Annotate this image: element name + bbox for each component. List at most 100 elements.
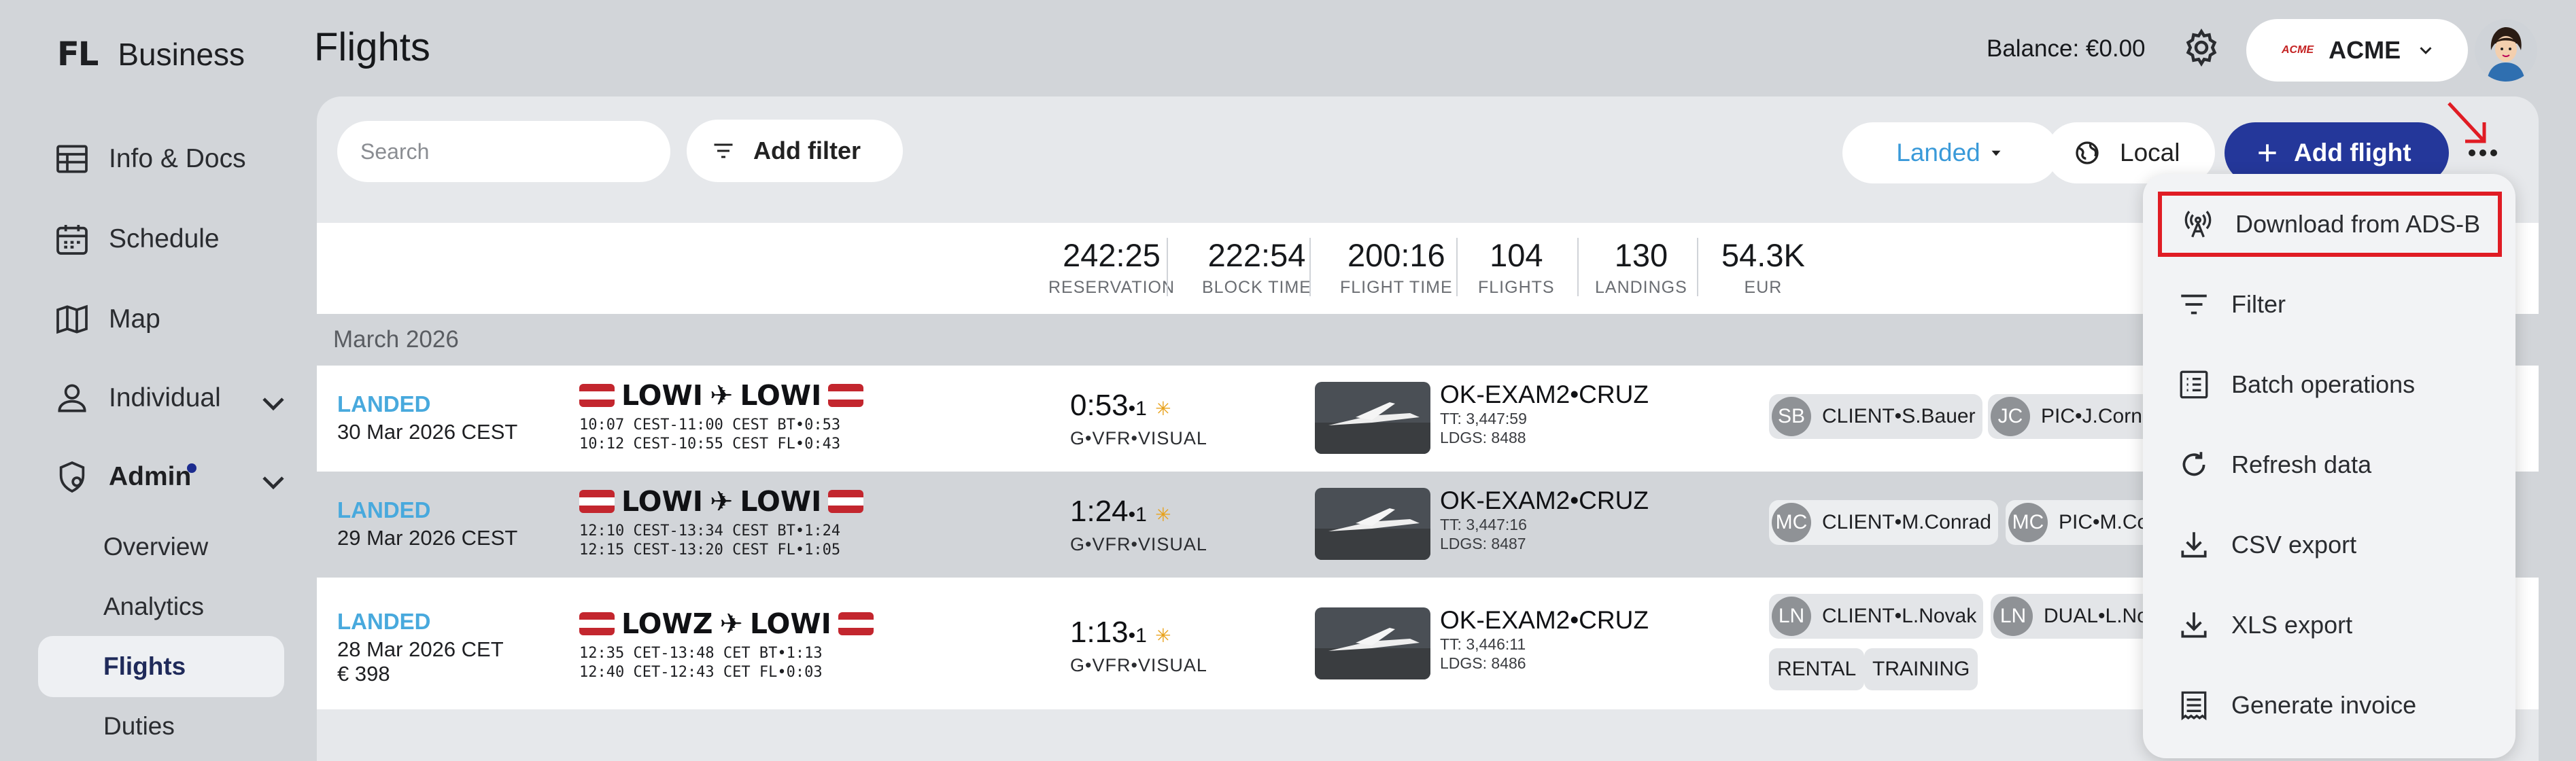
crew-chip[interactable]: LN CLIENT•L.Novak: [1769, 594, 1984, 639]
gear-icon[interactable]: [2181, 27, 2222, 68]
timezone-label: Local: [2120, 139, 2180, 166]
app-logo[interactable]: FL Business: [57, 35, 245, 73]
sidebar-item-label: Schedule: [109, 224, 220, 253]
stat-landings: 130 LANDINGS: [1595, 237, 1687, 297]
balance-label: Balance: €0.00: [1987, 35, 2146, 62]
menu-item-csv-export[interactable]: CSV export: [2158, 512, 2502, 578]
aircraft-photo: [1315, 488, 1430, 560]
crew-chip[interactable]: MC CLIENT•M.Conrad: [1769, 500, 1998, 545]
menu-item-batch-operations[interactable]: Batch operations: [2158, 352, 2502, 417]
person-icon: [58, 384, 86, 412]
duration-value: 1:24: [1070, 495, 1129, 528]
chevron-down-icon: [262, 476, 284, 490]
red-arrow-annotation-icon: [2448, 102, 2486, 143]
sidebar-item-admin[interactable]: Admin: [53, 450, 284, 504]
austria-flag-icon: [838, 612, 874, 635]
duration-value: 1:13: [1070, 616, 1129, 649]
organization-switcher[interactable]: ACME ACME: [2246, 19, 2468, 82]
flight-times: 10:12 CEST-10:55 CEST FL•0:43: [579, 436, 841, 453]
shield-gear-icon: [59, 461, 85, 493]
logo-mark: FL: [57, 35, 99, 73]
aircraft-registration: OK-EXAM2•CRUZ: [1440, 380, 1649, 408]
crew-chip[interactable]: MC PIC•M.Co: [2006, 500, 2156, 545]
stat-reservation: 242:25 RESERVATION: [1048, 237, 1175, 297]
aircraft-landings: LDGS: 8486: [1440, 654, 1526, 672]
landings-count: •1: [1128, 503, 1147, 526]
aircraft-cell: OK-EXAM2•CRUZ TT: 3,447:16 LDGS: 8487: [1440, 486, 1649, 553]
flight-rules: G•VFR•VISUAL: [1070, 428, 1207, 448]
stat-block-time: 222:54 BLOCK TIME: [1202, 237, 1311, 297]
route-to: LOWI: [749, 607, 831, 640]
menu-item-label: Filter: [2231, 290, 2286, 318]
search-input[interactable]: [337, 121, 670, 182]
austria-flag-icon: [828, 490, 864, 513]
user-avatar-icon: [2475, 19, 2537, 82]
route-cell: LOWI ✈ LOWI 10:07 CEST-11:00 CEST BT•0:53 …: [579, 379, 864, 454]
aircraft-registration: OK-EXAM2•CRUZ: [1440, 606, 1649, 634]
filter-icon: [2181, 294, 2207, 315]
aircraft-tt: TT: 3,447:59: [1440, 410, 1527, 427]
sidebar-item-individual[interactable]: Individual: [53, 371, 284, 425]
route-from: LOWI: [621, 485, 703, 518]
sidebar-item-label: Info & Docs: [109, 144, 246, 173]
avatar[interactable]: [2475, 19, 2537, 82]
crew-chip[interactable]: JC PIC•J.Corne: [1988, 394, 2161, 439]
aircraft-cell: OK-EXAM2•CRUZ TT: 3,447:59 LDGS: 8488: [1440, 380, 1649, 447]
flight-date: 28 Mar 2026 CET: [337, 637, 504, 661]
block-times: 10:07 CEST-11:00 CEST BT•0:53: [579, 417, 841, 433]
crew-chip[interactable]: LN DUAL•L.No: [1991, 594, 2155, 639]
chevron-down-icon: [262, 397, 284, 411]
flight-times: 12:40 CET-12:43 CET FL•0:03: [579, 664, 823, 681]
add-filter-button[interactable]: Add filter: [687, 120, 903, 182]
sidebar-item-schedule[interactable]: Schedule: [53, 212, 220, 266]
sidebar-subitem-overview[interactable]: Overview: [103, 523, 208, 571]
crew-chip[interactable]: SB CLIENT•S.Bauer: [1769, 394, 1982, 439]
sidebar-item-map[interactable]: Map: [53, 292, 160, 347]
aircraft-landings: LDGS: 8487: [1440, 535, 1526, 552]
flight-date: 30 Mar 2026 CEST: [337, 420, 518, 444]
flight-rules: G•VFR•VISUAL: [1070, 534, 1207, 554]
aircraft-tt: TT: 3,447:16: [1440, 516, 1527, 533]
menu-item-label: Refresh data: [2231, 450, 2372, 478]
block-times: 12:10 CEST-13:34 CEST BT•1:24: [579, 523, 841, 539]
sidebar-subitem-duties[interactable]: Duties: [103, 703, 175, 750]
menu-item-label: Download from ADS-B: [2235, 210, 2481, 238]
aircraft-photo: [1315, 607, 1430, 679]
route-cell: LOWI ✈ LOWI 12:10 CEST-13:34 CEST BT•1:24 …: [579, 485, 864, 560]
tag-chip[interactable]: RENTAL: [1769, 648, 1865, 690]
menu-item-label: XLS export: [2231, 611, 2353, 639]
map-icon: [56, 304, 88, 334]
sidebar-item-info-docs[interactable]: Info & Docs: [53, 132, 246, 186]
menu-item-refresh-data[interactable]: Refresh data: [2158, 432, 2502, 497]
sidebar-item-label: Individual: [109, 383, 221, 412]
austria-flag-icon: [579, 384, 615, 407]
landings-count: •1: [1128, 397, 1147, 420]
status-badge: LANDED: [337, 391, 431, 417]
flight-times: 12:15 CEST-13:20 CEST FL•1:05: [579, 542, 841, 559]
menu-item-xls-export[interactable]: XLS export: [2158, 592, 2502, 658]
status-filter-dropdown[interactable]: Landed: [1842, 122, 2059, 183]
route-from: LOWZ: [621, 607, 713, 640]
menu-item-label: Generate invoice: [2231, 691, 2417, 719]
org-name: ACME: [2329, 36, 2401, 64]
stat-flight-time: 200:16 FLIGHT TIME: [1340, 237, 1453, 297]
download-icon: [2181, 612, 2207, 638]
route-from: LOWI: [621, 379, 703, 412]
tag-chip[interactable]: TRAINING: [1864, 648, 1978, 690]
sidebar-subitem-flights[interactable]: Flights: [38, 636, 284, 697]
menu-item-download-ads-b[interactable]: Download from ADS-B: [2158, 192, 2502, 257]
duration-value: 0:53: [1070, 389, 1129, 422]
table-icon: [56, 145, 88, 173]
caret-down-icon: [1991, 150, 2001, 156]
sidebar-subitem-analytics[interactable]: Analytics: [103, 583, 204, 631]
sidebar-item-label: Admin: [109, 462, 192, 491]
route-to: LOWI: [740, 485, 822, 518]
flight-status-cell: LANDED 28 Mar 2026 CET € 398: [337, 609, 504, 686]
more-options-menu: Download from ADS-B Filter Batch operati…: [2143, 174, 2515, 758]
chevron-down-icon: [2420, 47, 2432, 54]
menu-item-filter[interactable]: Filter: [2158, 272, 2502, 337]
sun-icon: ✳: [1155, 504, 1171, 525]
menu-item-generate-invoice[interactable]: Generate invoice: [2158, 673, 2502, 738]
austria-flag-icon: [579, 490, 615, 513]
plus-icon: [2259, 144, 2276, 162]
